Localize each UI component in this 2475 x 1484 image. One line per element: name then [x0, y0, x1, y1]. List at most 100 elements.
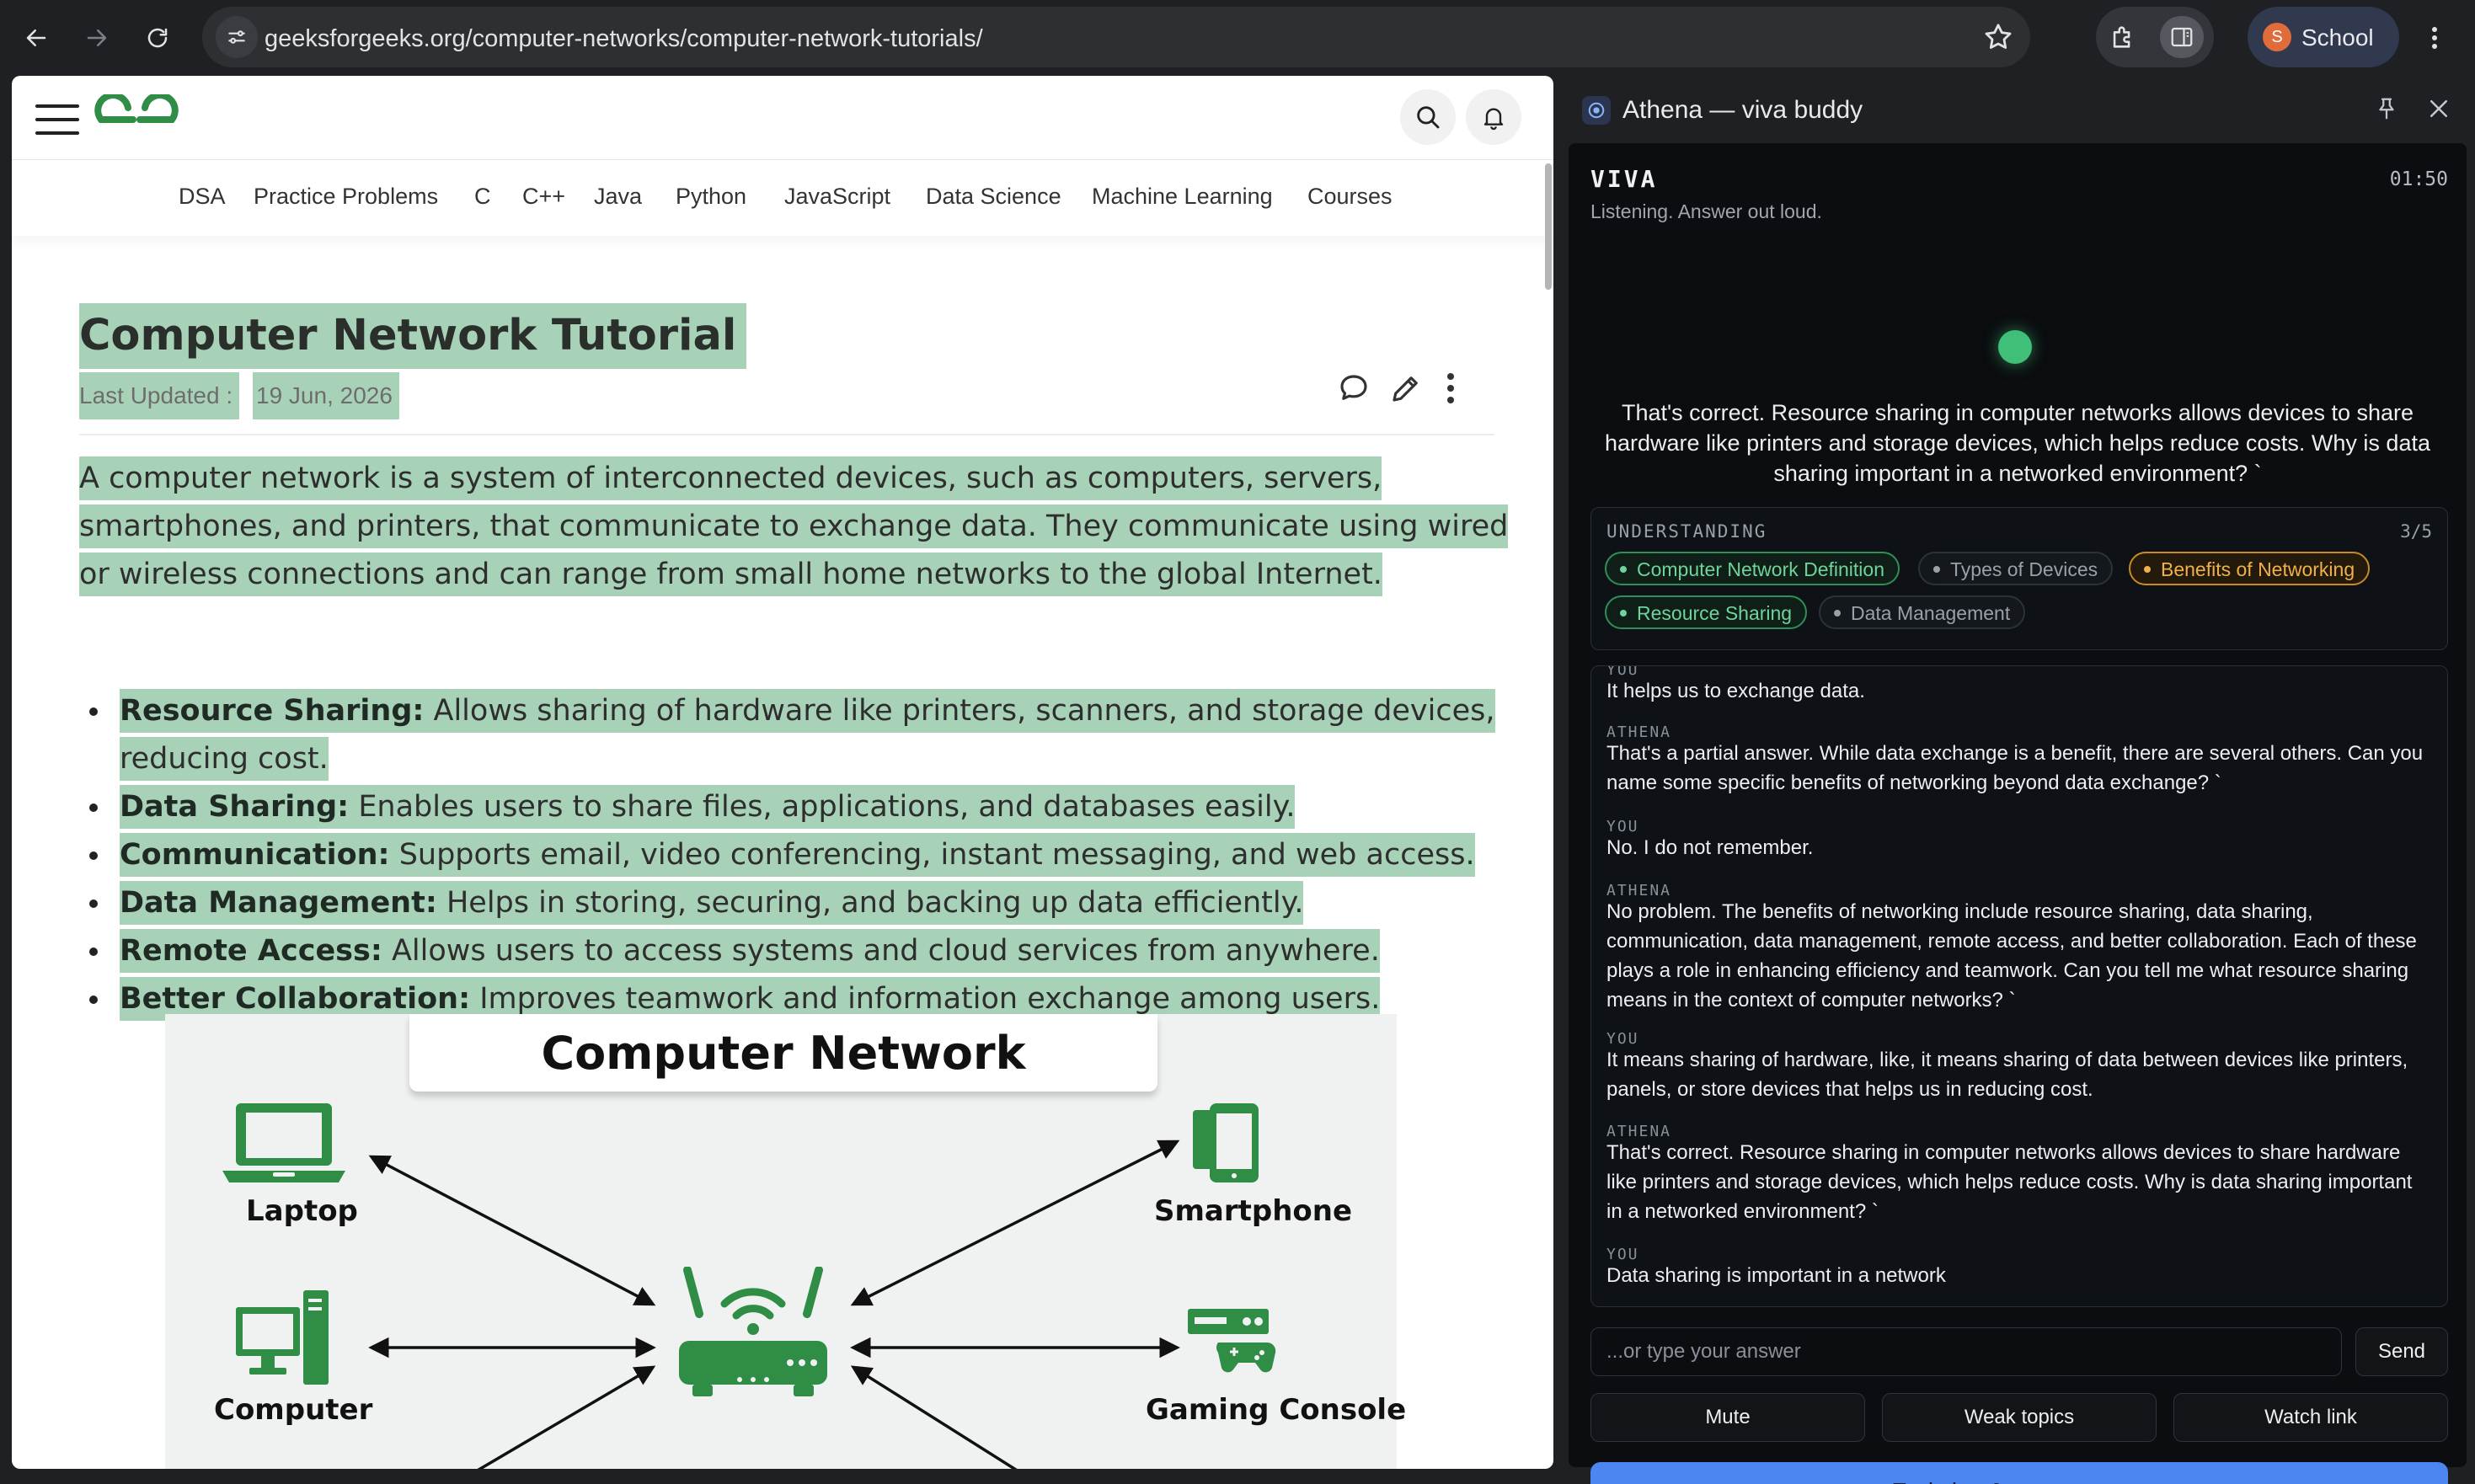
nav-dsa[interactable]: DSA	[179, 184, 226, 210]
gfg-logo[interactable]	[94, 92, 179, 146]
nav-machine-learning[interactable]: Machine Learning	[1092, 184, 1273, 210]
mute-button[interactable]: Mute	[1590, 1393, 1865, 1442]
comment-icon[interactable]	[1336, 371, 1371, 410]
topic-chip: Types of Devices	[1918, 552, 2114, 585]
profile-chip[interactable]: S School	[2248, 7, 2399, 67]
bullet-text: Supports email, video conferencing, inst…	[389, 838, 1475, 872]
topic-chip: Data Management	[1819, 595, 2026, 629]
site-info-icon[interactable]	[216, 16, 258, 58]
nav-data-science[interactable]: Data Science	[926, 184, 1061, 210]
answer-input-wrap	[1590, 1327, 2342, 1376]
extensions-group	[2096, 7, 2214, 67]
site-header	[12, 76, 1553, 160]
nav-cpp[interactable]: C++	[522, 184, 565, 210]
viva-title: VIVA	[1590, 165, 1658, 193]
message-text: Data sharing is important in a network	[1606, 1264, 1946, 1287]
pin-icon[interactable]	[2374, 94, 2399, 127]
address-bar[interactable]: geeksforgeeks.org/computer-networks/comp…	[202, 7, 2030, 67]
viva-status: Listening. Answer out loud.	[1590, 200, 1822, 222]
topic-chip: Computer Network Definition	[1605, 552, 1900, 585]
url-text[interactable]: geeksforgeeks.org/computer-networks/comp…	[265, 25, 983, 53]
reload-icon	[147, 28, 168, 48]
list-item: Remote Access: Allows users to access sy…	[79, 927, 1511, 975]
topic-chip: Benefits of Networking	[2129, 552, 2371, 585]
topic-chip: Resource Sharing	[1605, 595, 1808, 629]
transcript-log[interactable]: YOU It helps us to exchange data. ATHENA…	[1590, 665, 2448, 1307]
router-icon	[679, 1267, 827, 1396]
search-icon[interactable]	[1400, 89, 1456, 145]
message-text: No problem. The benefits of networking i…	[1606, 900, 2417, 1012]
understanding-count: 3/5	[2400, 521, 2432, 542]
side-panel-title: Athena — viva buddy	[1622, 96, 1863, 124]
reload-button[interactable]	[136, 17, 179, 59]
athena-logo-icon	[1582, 96, 1611, 125]
laptop-label: Laptop	[246, 1194, 358, 1228]
side-panel-header: Athena — viva buddy	[1558, 76, 2475, 143]
forward-button[interactable]	[76, 17, 118, 59]
hamburger-menu-icon[interactable]	[35, 104, 79, 135]
intro-text: A computer network is a system of interc…	[79, 456, 1509, 596]
profile-name: School	[2301, 24, 2374, 51]
computer-label: Computer	[214, 1393, 373, 1427]
understanding-card: UNDERSTANDING 3/5 Computer Network Defin…	[1590, 507, 2448, 650]
more-options-icon[interactable]	[1444, 371, 1457, 410]
notification-bell-icon[interactable]	[1466, 89, 1521, 145]
close-icon[interactable]	[2426, 96, 2451, 125]
side-panel: Athena — viva buddy VIVA 01:50 Listening…	[1558, 76, 2475, 1484]
end-viva-button[interactable]: End viva & get summary	[1590, 1462, 2448, 1484]
nav-javascript[interactable]: JavaScript	[784, 184, 890, 210]
desktop-computer-icon	[236, 1290, 329, 1385]
list-item: Data Management: Helps in storing, secur…	[79, 879, 1511, 927]
bullet-term: Resource Sharing:	[120, 694, 425, 728]
message-text: It helps us to exchange data.	[1606, 680, 1865, 702]
back-button[interactable]	[15, 17, 57, 59]
message-text: That's correct. Resource sharing in comp…	[1606, 1141, 2413, 1223]
nav-c[interactable]: C	[474, 184, 491, 210]
viva-container: VIVA 01:50 Listening. Answer out loud. T…	[1569, 143, 2467, 1484]
bullet-text: Improves teamwork and information exchan…	[470, 982, 1381, 1016]
nav-java[interactable]: Java	[594, 184, 642, 210]
side-panel-toggle-icon[interactable]	[2160, 16, 2204, 58]
nav-courses[interactable]: Courses	[1307, 184, 1393, 210]
arrow-right-icon	[87, 29, 107, 46]
send-button[interactable]: Send	[2355, 1327, 2448, 1376]
bullet-term: Better Collaboration:	[120, 982, 471, 1016]
watch-link-button[interactable]: Watch link	[2173, 1393, 2448, 1442]
article-title: Computer Network Tutorial	[79, 303, 747, 369]
bookmark-star-icon[interactable]	[1981, 19, 2015, 60]
arrow-left-icon	[26, 29, 46, 46]
weak-topics-button[interactable]: Weak topics	[1882, 1393, 2157, 1442]
divider	[79, 434, 1494, 435]
bullet-term: Remote Access:	[120, 934, 382, 968]
intro-paragraph: A computer network is a system of interc…	[79, 455, 1511, 599]
viva-timer: 01:50	[2389, 168, 2448, 190]
network-diagram: Computer Network Laptop Smartphone Compu…	[165, 1014, 1406, 1469]
nav-practice-problems[interactable]: Practice Problems	[254, 184, 438, 210]
browser-menu-icon[interactable]	[2418, 17, 2451, 59]
current-question: That's correct. Resource sharing in comp…	[1605, 400, 2430, 486]
answer-input[interactable]	[1591, 1328, 2341, 1375]
laptop-icon	[222, 1103, 345, 1182]
bullet-term: Communication:	[120, 838, 390, 872]
message-text: It means sharing of hardware, like, it m…	[1606, 1049, 2408, 1101]
edit-pencil-icon[interactable]	[1388, 371, 1424, 410]
bullet-term: Data Sharing:	[120, 790, 350, 824]
list-item: Data Sharing: Enables users to share fil…	[79, 783, 1511, 831]
bullet-term: Data Management:	[120, 886, 437, 920]
topic-nav: DSA Practice Problems C C++ Java Python …	[12, 160, 1553, 236]
last-updated-label: Last Updated :	[79, 372, 240, 419]
nav-python[interactable]: Python	[676, 184, 746, 210]
list-item: Resource Sharing: Allows sharing of hard…	[79, 687, 1511, 783]
smartphone-icon	[1193, 1103, 1259, 1182]
bullet-text: Helps in storing, securing, and backing …	[436, 886, 1304, 920]
browser-toolbar: geeksforgeeks.org/computer-networks/comp…	[0, 0, 2475, 76]
gaming-console-icon	[1188, 1309, 1276, 1373]
page-scrollbar[interactable]	[1545, 163, 1552, 290]
list-item: Communication: Supports email, video con…	[79, 831, 1511, 879]
web-page: DSA Practice Problems C C++ Java Python …	[12, 76, 1553, 1469]
extensions-puzzle-icon[interactable]	[2101, 16, 2145, 58]
gaming-console-label: Gaming Console	[1146, 1393, 1407, 1427]
avatar: S	[2263, 23, 2291, 51]
bullet-text: Enables users to share files, applicatio…	[349, 790, 1296, 824]
message-text: That's a partial answer. While data exch…	[1606, 742, 2424, 794]
